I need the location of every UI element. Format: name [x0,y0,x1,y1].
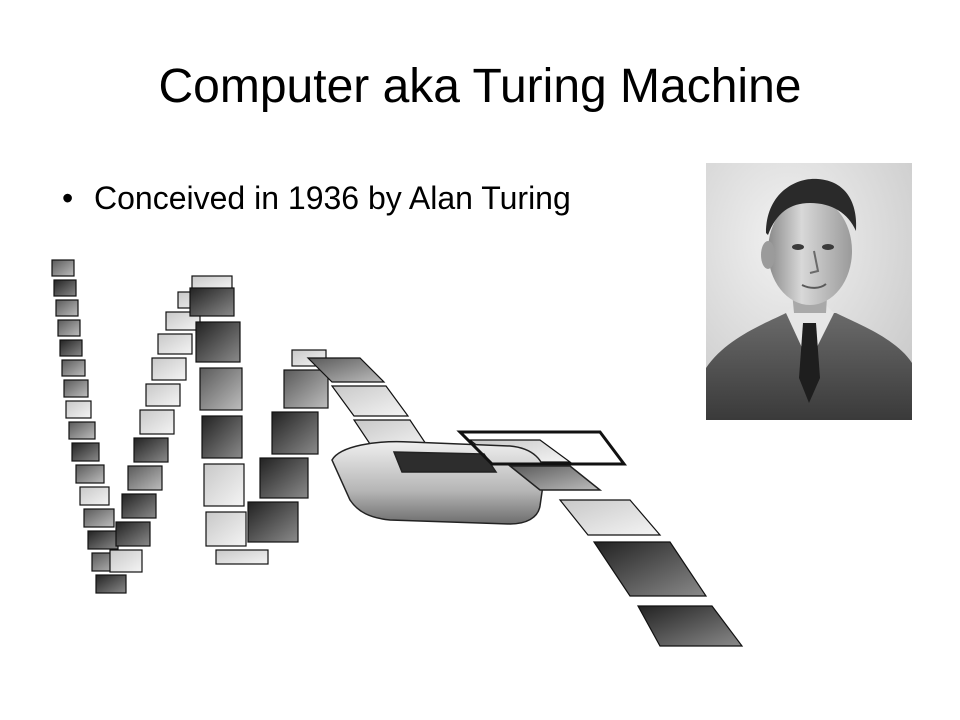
bullet-text: Conceived in 1936 by Alan Turing [94,180,571,216]
slide: Computer aka Turing Machine • Conceived … [0,0,960,720]
turing-machine-illustration [51,259,744,647]
bullet-list: • Conceived in 1936 by Alan Turing [62,178,571,220]
bullet-item: • Conceived in 1936 by Alan Turing [62,178,571,220]
slide-title: Computer aka Turing Machine [158,60,802,113]
bullet-dot: • [62,180,74,216]
